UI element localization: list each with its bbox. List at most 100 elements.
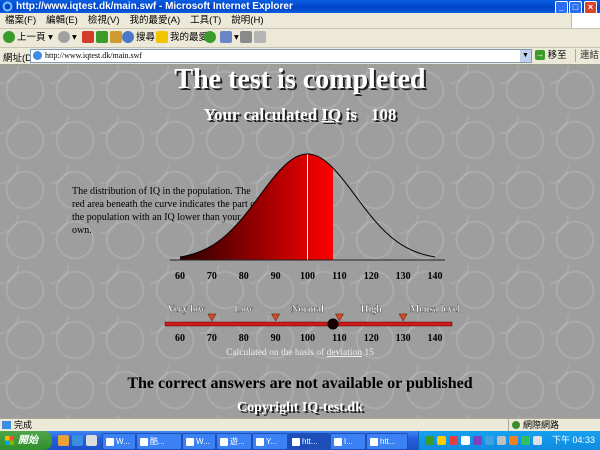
tray-icon[interactable] [521,436,530,445]
search-button[interactable]: 搜尋 [122,31,155,45]
scale-tick-label: 90 [271,333,281,344]
calculation-basis: Calculated on the basis of deviation 15 [0,348,600,358]
task-icon [370,437,378,446]
chart-tick-label: 80 [239,271,249,282]
scale-marker [207,313,217,322]
user-score-marker [327,318,339,330]
mail-button[interactable]: ▾ [220,31,239,45]
menu-view[interactable]: 檢視(V) [83,13,125,28]
clock: 下午 04:33 [551,435,595,445]
task-item[interactable]: W... [102,433,136,450]
basis-prefix: Calculated on the basis of [226,348,325,358]
tray-icon[interactable] [461,436,470,445]
print-icon [240,31,252,44]
deviation-link[interactable]: deviation [327,348,362,358]
menu-favorites[interactable]: 我的最愛(A) [124,13,185,28]
task-item[interactable]: 遊... [216,433,252,450]
task-icon [140,437,148,446]
task-item[interactable]: htt... [366,433,408,450]
tray-icon[interactable] [425,436,434,445]
links-button[interactable]: 連結 [575,49,599,62]
task-label: htt... [302,437,318,446]
quicklaunch-icon-3[interactable] [86,435,97,446]
edit-page-icon [254,31,266,44]
task-icon [106,437,114,446]
task-item[interactable]: I... [330,433,366,450]
scale-marker [271,313,281,322]
page-icon [33,51,42,60]
chart-tick-label: 60 [175,271,185,282]
task-item[interactable]: W... [182,433,216,450]
print-button[interactable] [240,31,254,45]
security-zone: 網際網路 [508,419,559,431]
go-button[interactable]: → 移至 [535,49,567,62]
task-item[interactable]: 酷... [136,433,182,450]
forward-arrow-icon [58,31,70,44]
task-icon [334,437,342,446]
chart-tick-label: 110 [332,271,346,282]
go-arrow-icon: → [535,50,545,61]
task-label: I... [344,437,353,446]
basis-value: 15 [364,348,374,358]
quicklaunch-icon-1[interactable] [58,435,69,446]
search-icon [122,31,134,44]
scale-tick-label: 140 [428,333,443,344]
back-arrow-icon [3,31,15,44]
task-item[interactable]: htt... [288,433,330,450]
copyright-text: Copyright IQ-test.dk [236,400,363,415]
history-button[interactable] [204,31,218,45]
stop-button[interactable] [82,31,96,45]
tray-icon[interactable] [437,436,446,445]
menu-help[interactable]: 說明(H) [226,13,268,28]
mail-icon [220,31,232,44]
forward-button[interactable]: ▾ [58,31,77,45]
chart-tick-label: 100 [300,271,315,282]
tray-icon[interactable] [473,436,482,445]
back-label: 上一頁 [17,32,46,43]
go-label: 移至 [547,50,567,61]
volume-icon[interactable] [533,436,542,445]
iq-scale-bar [164,321,453,327]
stop-icon [82,31,94,44]
chart-tick-label: 90 [271,271,281,282]
task-label: 遊... [230,437,245,446]
chart-tick-label: 70 [207,271,217,282]
menu-tools[interactable]: 工具(T) [185,13,226,28]
windows-logo-icon [571,13,600,28]
favorites-button[interactable]: 我的最愛 [156,31,208,45]
tray-icon[interactable] [509,436,518,445]
iq-distribution-chart: 60 70 80 90 100 110 120 130 140 Very low Low Norma… [164,153,461,344]
range-label: High [361,304,383,315]
refresh-icon [96,31,108,44]
task-icon [292,437,300,446]
menu-file[interactable]: 檔案(F) [0,13,41,28]
answers-note: The correct answers are not available or… [127,375,473,392]
refresh-button[interactable] [96,31,110,45]
window-title-bar: http://www.iqtest.dk/main.swf - Microsof… [0,0,600,14]
system-tray: 下午 04:33 [418,431,600,450]
menu-bar: 檔案(F) 編輯(E) 檢視(V) 我的最愛(A) 工具(T) 說明(H) [0,13,600,29]
quicklaunch-icon-2[interactable] [72,435,83,446]
task-label: htt... [380,437,396,446]
task-item[interactable]: Y... [252,433,288,450]
home-icon [110,31,122,44]
tray-icon[interactable] [449,436,458,445]
start-button[interactable]: 開始 [0,431,52,450]
tray-icon[interactable] [485,436,494,445]
below-score-area [180,154,333,260]
chart-tick-label: 120 [364,271,379,282]
task-label: W... [196,437,210,446]
scale-tick-label: 70 [207,333,217,344]
back-button[interactable]: 上一頁 ▾ [3,31,53,45]
scale-tick-label: 80 [239,333,249,344]
edit-button[interactable] [254,31,268,45]
address-dropdown-icon[interactable]: ▼ [520,50,531,62]
menu-edit[interactable]: 編輯(E) [41,13,83,28]
scale-tick-label: 60 [175,333,185,344]
scale-tick-label: 130 [396,333,411,344]
address-input[interactable]: http://www.iqtest.dk/main.swf ▼ [30,49,532,63]
favorites-label: 我的最愛 [170,32,209,43]
tray-icon[interactable] [497,436,506,445]
task-icon [256,437,264,446]
scale-tick-label: 120 [364,333,379,344]
